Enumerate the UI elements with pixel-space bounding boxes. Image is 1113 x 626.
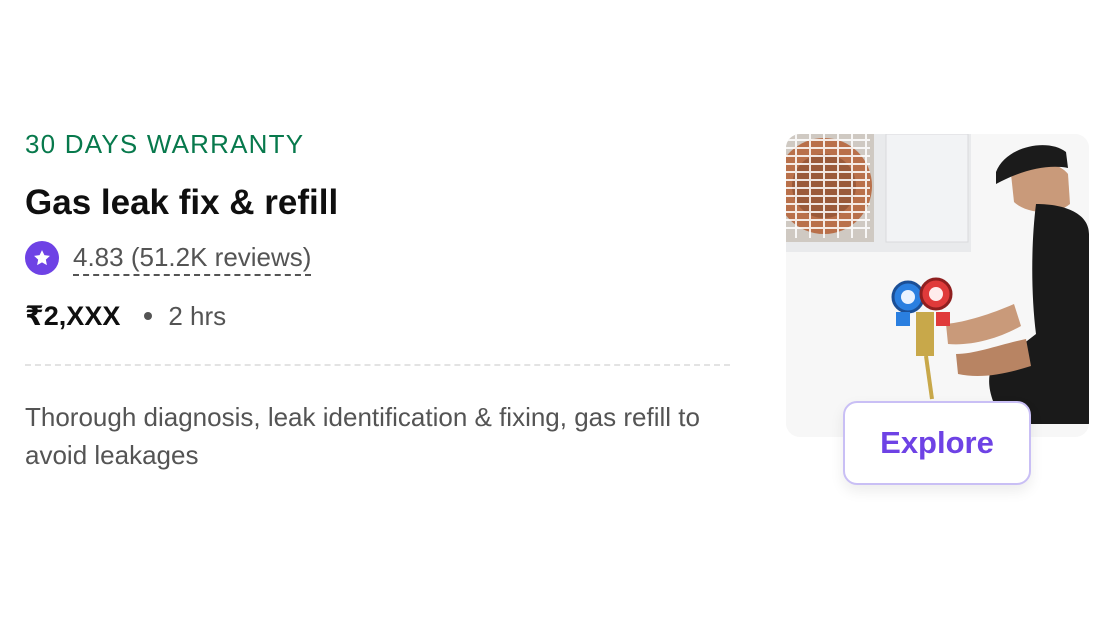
service-card[interactable]: 30 DAYS WARRANTY Gas leak fix & refill 4… (0, 0, 1113, 626)
warranty-tag: 30 DAYS WARRANTY (25, 129, 305, 159)
service-duration: 2 hrs (168, 300, 227, 331)
rating-row: 4.83 (51.2K reviews) (25, 238, 730, 278)
divider (25, 364, 730, 366)
separator-dot (144, 312, 153, 320)
service-price: ₹2,XXX (25, 300, 121, 331)
service-description: Thorough diagnosis, leak identification … (25, 402, 700, 470)
service-title: Gas leak fix & refill (25, 183, 339, 222)
price-row: ₹2,XXX 2 hrs (25, 298, 730, 334)
explore-button[interactable]: Explore (843, 401, 1031, 485)
service-info: 30 DAYS WARRANTY Gas leak fix & refill 4… (25, 126, 730, 474)
star-icon (25, 241, 59, 275)
service-image[interactable] (786, 134, 1089, 437)
rating-reviews-link[interactable]: 4.83 (51.2K reviews) (73, 241, 312, 276)
